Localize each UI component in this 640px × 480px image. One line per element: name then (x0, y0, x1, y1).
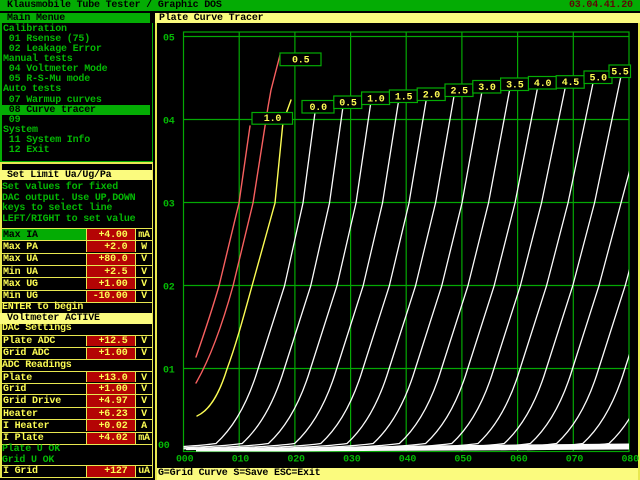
svg-text:050: 050 (454, 455, 472, 466)
svg-text:2.0: 2.0 (423, 91, 441, 102)
svg-text:070: 070 (566, 455, 584, 466)
svg-text:01: 01 (163, 366, 175, 377)
svg-text:4.5: 4.5 (562, 78, 580, 89)
svg-text:00: 00 (158, 441, 170, 452)
svg-text:1.0: 1.0 (264, 114, 282, 125)
svg-text:04: 04 (163, 117, 175, 128)
svg-text:020: 020 (287, 455, 305, 466)
svg-text:0.5: 0.5 (339, 99, 357, 110)
svg-text:5.5: 5.5 (611, 68, 629, 79)
svg-text:040: 040 (399, 455, 417, 466)
svg-text:0.0: 0.0 (310, 103, 328, 114)
svg-text:030: 030 (343, 455, 361, 466)
svg-text:4.0: 4.0 (534, 79, 552, 90)
svg-text:060: 060 (510, 455, 528, 466)
svg-text:05: 05 (163, 34, 175, 45)
svg-text:0.5: 0.5 (292, 56, 310, 67)
svg-text:010: 010 (232, 455, 250, 466)
svg-text:03: 03 (163, 200, 175, 211)
svg-text:1.0: 1.0 (367, 95, 385, 106)
svg-text:5.0: 5.0 (590, 74, 608, 85)
svg-text:1.5: 1.5 (395, 93, 413, 104)
svg-text:2.5: 2.5 (451, 87, 469, 98)
svg-text:080: 080 (622, 455, 640, 466)
svg-text:000: 000 (176, 455, 194, 466)
svg-text:3.5: 3.5 (506, 81, 524, 92)
svg-text:3.0: 3.0 (478, 83, 496, 94)
svg-text:02: 02 (163, 283, 175, 294)
